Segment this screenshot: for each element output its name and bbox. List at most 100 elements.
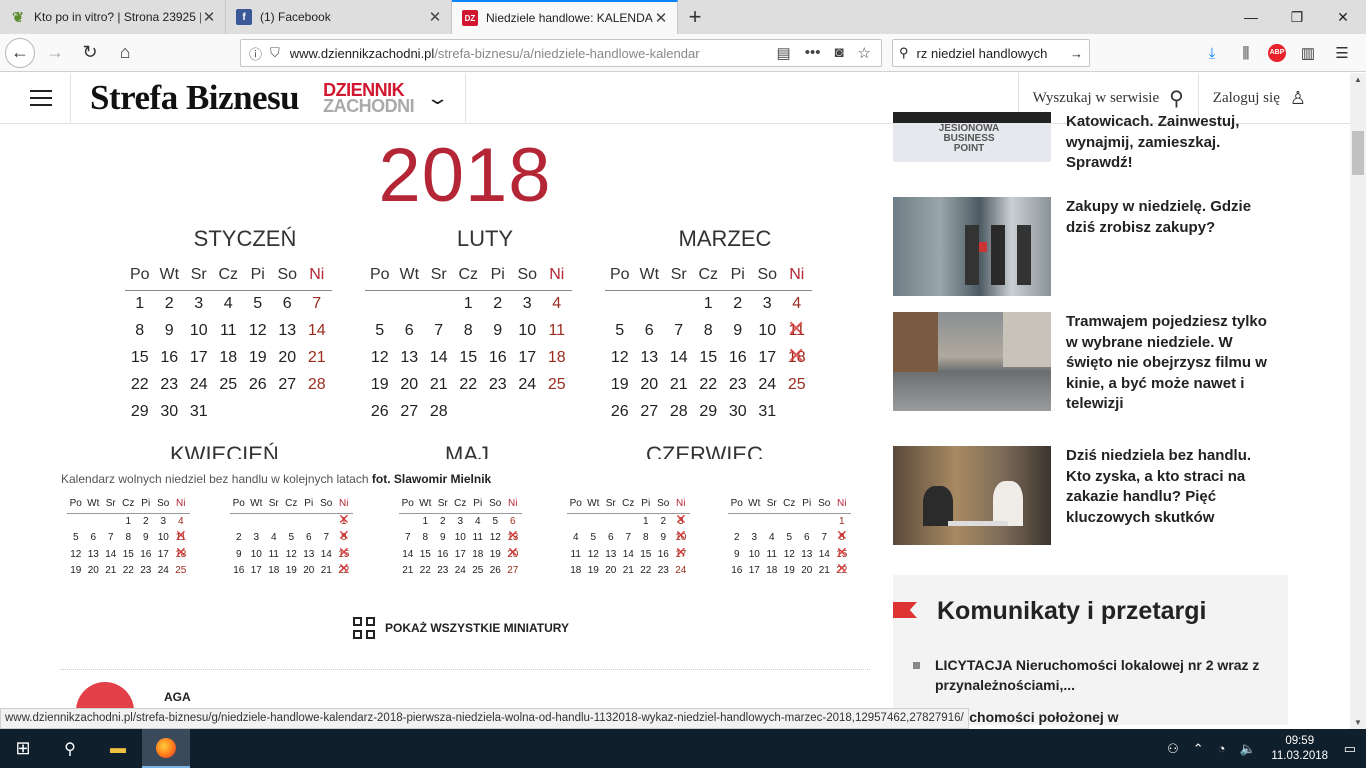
sidebar-article[interactable]: JESIONOWA BUSINESS POINT Katowicach. Zai… xyxy=(893,112,1273,174)
tab-kto-po-in-vitro[interactable]: ❦ Kto po in vitro? | Strona 23925 | ✕ xyxy=(0,0,226,34)
home-button[interactable]: ⌂ xyxy=(110,38,140,68)
calendar-day: 4 xyxy=(270,532,277,543)
calendar-day: 22 xyxy=(459,376,478,393)
calendar-day: 3 xyxy=(522,295,532,312)
calendar-year: 2018 xyxy=(378,133,552,218)
article-thumbnail xyxy=(893,446,1051,545)
close-tab-icon[interactable]: ✕ xyxy=(201,8,217,26)
komunikat-item[interactable]: LICYTACJA Nieruchomości lokalowej nr 2 w… xyxy=(913,655,1273,695)
reader-view-icon[interactable]: ▤ xyxy=(777,44,791,62)
calendar-day xyxy=(728,514,746,531)
calendar-day: 16 xyxy=(731,565,743,576)
close-tab-icon[interactable]: ✕ xyxy=(427,8,443,26)
calendar-day: 25 xyxy=(787,376,806,393)
weekday-header: Wt xyxy=(587,498,600,509)
download-icon[interactable]: ⤓ xyxy=(1200,45,1224,62)
calendar-day: 17 xyxy=(250,565,262,576)
browser-tab-strip: ❦ Kto po in vitro? | Strona 23925 | ✕ f … xyxy=(0,0,1366,34)
calendar-image[interactable]: 2018 STYCZEŃ Po Wt Sr Cz Pi So Ni 1 2 3 4 5 6 7 8 9 10 11… xyxy=(60,124,870,459)
scroll-down-arrow-icon[interactable]: ▼ xyxy=(1350,718,1366,727)
dziennik-zachodni-logo[interactable]: DZIENNIK ZACHODNI xyxy=(323,81,415,115)
chevron-up-icon[interactable]: ⌃ xyxy=(1193,741,1204,757)
weekday-header: Pi xyxy=(250,266,265,283)
weekday-header: Pi xyxy=(473,498,483,509)
close-tab-icon[interactable]: ✕ xyxy=(653,9,669,27)
weekday-header: Cz xyxy=(285,498,298,509)
url-text[interactable]: www.dziennikzachodni.pl/strefa-biznesu/a… xyxy=(290,46,720,61)
network-icon[interactable]: ◔ xyxy=(1218,741,1226,756)
user-icon: ♙ xyxy=(1289,88,1306,108)
sidebar-article[interactable]: Zakupy w niedzielę. Gdzie dziś zrobisz z… xyxy=(893,197,1273,296)
calendar-day: 22 xyxy=(335,560,353,580)
weekday-header: Wt xyxy=(748,498,761,509)
clock[interactable]: 09:59 11.03.2018 xyxy=(1270,734,1330,764)
notifications-icon[interactable]: ▭ xyxy=(1344,741,1356,757)
back-button[interactable]: ← xyxy=(5,37,35,68)
volume-icon[interactable]: 🔈 xyxy=(1240,741,1256,757)
windows-start-icon[interactable]: ⊞ xyxy=(0,729,46,768)
calendar-day: 7 xyxy=(821,532,828,543)
people-icon[interactable]: ⚇ xyxy=(1167,741,1179,757)
pocket-icon[interactable]: ◙ xyxy=(834,44,843,62)
page-actions-icon[interactable]: ••• xyxy=(805,44,821,62)
tab-niedziele-handlowe[interactable]: DZ Niedziele handlowe: KALENDAR ✕ xyxy=(452,0,678,34)
login-button[interactable]: Zaloguj się ♙ xyxy=(1199,88,1320,109)
close-window-button[interactable]: ✕ xyxy=(1320,0,1366,34)
calendar-day: 24 xyxy=(157,565,169,576)
search-go-arrow-icon[interactable]: → xyxy=(1070,46,1083,61)
bookmark-star-icon[interactable]: ☆ xyxy=(858,44,871,62)
month-styczen: STYCZEŃ Po Wt Sr Cz Pi So Ni 1 2 3 4 5 6 7 8 9 10 11 12 13 1… xyxy=(125,226,365,430)
calendar-day: 17 xyxy=(518,349,537,366)
calendar-day: 17 xyxy=(189,349,208,366)
clock-time: 09:59 xyxy=(1285,734,1315,747)
calendar-day: 9 xyxy=(733,548,740,560)
weekday-header: Sr xyxy=(190,266,207,283)
firefox-icon[interactable] xyxy=(142,729,190,768)
minimize-button[interactable]: — xyxy=(1228,0,1274,34)
thumbnail-grid: PoWtSrCzPiSoNi12345678910111213141516171… xyxy=(67,496,207,580)
thumbnail[interactable]: PoWtSrCzPiSoNi12345678910111213141516171… xyxy=(399,496,539,588)
thumbnail-grid: PoWtSrCzPiSoNi12345678910111213141516171… xyxy=(567,496,707,580)
calendar-day: 10 xyxy=(758,322,777,339)
calendar-day: 8 xyxy=(703,322,713,339)
thumbnail[interactable]: PoWtSrCzPiSoNi12345678910111213141516171… xyxy=(728,496,868,588)
maximize-button[interactable]: ❐ xyxy=(1274,0,1320,34)
scrollbar-thumb[interactable] xyxy=(1352,131,1364,175)
thumbnail[interactable]: PoWtSrCzPiSoNi12345678910111213141516171… xyxy=(67,496,207,588)
weekday-header: Pi xyxy=(490,266,505,283)
search-input[interactable]: rz niedziel handlowych xyxy=(917,46,1070,61)
show-all-thumbnails-button[interactable]: POKAŻ WSZYSTKIE MINIATURY xyxy=(353,617,569,639)
chevron-down-icon[interactable]: ⌄ xyxy=(426,88,450,109)
site-logo[interactable]: Strefa Biznesu xyxy=(90,78,300,118)
sidebar-article[interactable]: Tramwajem pojedziesz tylko w wybrane nie… xyxy=(893,312,1273,415)
weekday-header: Wt xyxy=(419,498,432,509)
calendar-day: 17 xyxy=(748,565,760,576)
search-bar[interactable]: ⚲ rz niedziel handlowych → xyxy=(892,39,1090,67)
library-icon[interactable]: ⫼ xyxy=(1234,45,1258,62)
shield-icon[interactable]: ⛉ xyxy=(270,45,280,61)
site-search-button[interactable]: Wyszukaj w serwisie ⚲ xyxy=(1019,86,1198,111)
forward-button[interactable]: → xyxy=(40,38,70,68)
address-bar[interactable]: ⓘ ⛉ www.dziennikzachodni.pl/strefa-bizne… xyxy=(240,39,882,67)
calendar-day: 18 xyxy=(268,565,280,576)
file-explorer-icon[interactable]: ▬ xyxy=(94,729,142,768)
thumbnail[interactable]: PoWtSrCzPiSoNi12345678910111213141516171… xyxy=(230,496,370,588)
adblock-icon[interactable]: ABP xyxy=(1268,44,1286,62)
calendar-day: 20 xyxy=(605,565,617,576)
page-scrollbar[interactable]: ▲ ▼ xyxy=(1350,73,1366,729)
hamburger-menu-icon[interactable] xyxy=(30,90,52,106)
tab-facebook[interactable]: f (1) Facebook ✕ xyxy=(226,0,452,34)
scroll-up-arrow-icon[interactable]: ▲ xyxy=(1350,75,1366,84)
calendar-day: 17 xyxy=(157,548,169,560)
sidebar-icon[interactable]: ▥ xyxy=(1296,44,1320,62)
sidebar-article[interactable]: Dziś niedziela bez handlu. Kto zyska, a … xyxy=(893,446,1273,545)
thumbnail[interactable]: PoWtSrCzPiSoNi12345678910111213141516171… xyxy=(567,496,707,588)
search-icon[interactable]: ⚲ xyxy=(46,729,94,768)
new-tab-button[interactable]: + xyxy=(678,0,712,34)
reload-button[interactable]: ↻ xyxy=(75,38,105,68)
calendar-day: 27 xyxy=(507,565,519,576)
info-icon[interactable]: ⓘ xyxy=(249,44,262,63)
menu-icon[interactable]: ☰ xyxy=(1330,44,1354,62)
calendar-day xyxy=(395,295,425,322)
weekday-header: So xyxy=(489,498,502,509)
